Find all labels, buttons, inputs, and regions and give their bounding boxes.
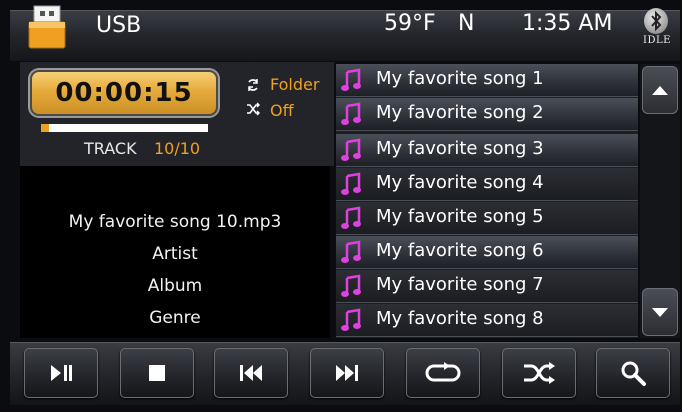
playlist-item[interactable]: My favorite song 6	[336, 236, 638, 269]
playlist-item[interactable]: My favorite song 5	[336, 202, 638, 235]
music-note-icon	[341, 172, 361, 195]
previous-track-button[interactable]	[214, 348, 288, 398]
scroll-up-button[interactable]	[642, 66, 678, 114]
music-note-icon	[341, 138, 361, 161]
compass-direction: N	[458, 11, 475, 36]
playlist-item-title: My favorite song 5	[376, 206, 544, 227]
usb-drive-icon[interactable]	[26, 4, 68, 50]
music-note-icon	[341, 68, 361, 91]
music-note-icon	[341, 308, 361, 331]
next-track-button[interactable]	[310, 348, 384, 398]
playlist-item-title: My favorite song 7	[376, 274, 544, 295]
playlist-item-title: My favorite song 1	[376, 68, 544, 89]
music-note-icon	[341, 240, 361, 263]
playlist-item-title: My favorite song 8	[376, 308, 544, 329]
source-label: USB	[96, 13, 142, 38]
music-note-icon	[341, 206, 361, 229]
current-file-name: My favorite song 10.mp3	[68, 212, 282, 232]
bluetooth-status-label: IDLE	[643, 35, 671, 46]
repeat-mode-icon	[248, 79, 258, 91]
playlist-item[interactable]: My favorite song 1	[336, 64, 638, 97]
previous-icon	[240, 365, 262, 381]
progress-bar[interactable]	[41, 124, 208, 132]
shuffle-mode-icon	[247, 102, 260, 116]
album-name: Album	[147, 276, 203, 296]
stop-button[interactable]	[120, 348, 194, 398]
genre-name: Genre	[149, 308, 201, 328]
playlist-item[interactable]: My favorite song 7	[336, 270, 638, 303]
shuffle-button[interactable]	[502, 348, 576, 398]
playlist-item-title: My favorite song 6	[376, 240, 544, 261]
bluetooth-icon	[644, 8, 668, 34]
track-label: TRACK	[84, 139, 137, 158]
search-icon	[621, 361, 646, 386]
next-icon	[336, 365, 358, 381]
playlist-scrollbar[interactable]	[640, 64, 680, 338]
music-note-icon	[341, 274, 361, 297]
elapsed-time-display: 00:00:15	[30, 70, 218, 116]
playlist-item[interactable]: My favorite song 8	[336, 304, 638, 337]
play-pause-icon	[51, 365, 72, 381]
shuffle-mode-value[interactable]: Off	[270, 101, 294, 120]
repeat-button[interactable]	[406, 348, 480, 398]
playlist-item[interactable]: My favorite song 3	[336, 134, 638, 167]
arrow-up-icon	[652, 86, 668, 95]
arrow-down-icon	[652, 308, 668, 317]
stop-icon	[149, 365, 165, 381]
playlist: My favorite song 1 My favorite song 2 My f…	[336, 64, 638, 338]
shuffle-icon	[524, 362, 555, 384]
search-button[interactable]	[596, 348, 670, 398]
media-player-screen: USB 59°F N 1:35 AM IDLE 00:00:15 TRACK 1…	[0, 0, 682, 412]
progress-bar-fill	[41, 124, 50, 132]
playlist-item[interactable]: My favorite song 4	[336, 168, 638, 201]
music-note-icon	[341, 102, 361, 125]
temperature-readout: 59°F	[384, 11, 436, 36]
scroll-down-button[interactable]	[642, 288, 678, 336]
playlist-item-title: My favorite song 2	[376, 102, 544, 123]
play-pause-button[interactable]	[24, 348, 98, 398]
repeat-mode-value[interactable]: Folder	[270, 75, 319, 94]
repeat-icon	[425, 362, 461, 382]
bluetooth-status[interactable]: IDLE	[641, 6, 671, 48]
playlist-item[interactable]: My favorite song 2	[336, 98, 638, 131]
track-number: 10/10	[154, 139, 201, 158]
playlist-item-title: My favorite song 4	[376, 172, 544, 193]
track-info-box: My favorite song 10.mp3 Artist Album Gen…	[20, 166, 330, 338]
playlist-item-title: My favorite song 3	[376, 138, 544, 159]
artist-name: Artist	[152, 244, 198, 264]
clock-time: 1:35 AM	[522, 11, 613, 36]
